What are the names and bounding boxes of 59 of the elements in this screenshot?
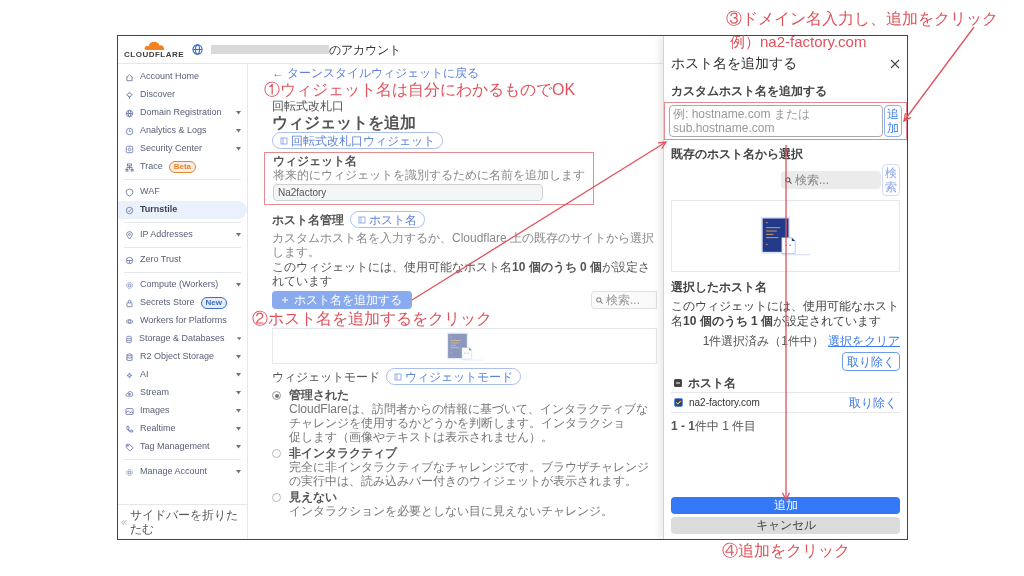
cancel-button[interactable]: キャンセル	[671, 517, 900, 534]
back-link[interactable]: ← ターンスタイルウィジェットに戻る	[272, 66, 480, 80]
sidebar-item[interactable]: IP Addresses	[118, 226, 247, 244]
pagination-text: 1 - 1件中 1 件目	[671, 418, 758, 435]
clear-selection-link[interactable]: 選択をクリア	[828, 332, 900, 350]
sidebar-item[interactable]: Stream	[118, 384, 247, 402]
option-label: 管理された	[289, 388, 350, 402]
sidebar-item[interactable]: WAF	[118, 183, 247, 201]
sidebar-item[interactable]: Tag Management	[118, 438, 247, 456]
sidebar-item[interactable]: Workers for Platforms	[118, 312, 247, 330]
description-text: カスタムホスト名を入力するか、Cloudflare 上の既存のサイトから選択します。	[272, 231, 656, 259]
text-input[interactable]: Na2factory	[273, 184, 543, 201]
sidebar-item[interactable]: Account Home	[118, 68, 247, 86]
breadcrumb: 回転式改札口	[272, 99, 345, 113]
sidebar-item[interactable]: Realtime	[118, 420, 247, 438]
sidebar-item[interactable]: Security Center	[118, 140, 247, 158]
section-label: ウィジェットモード	[272, 369, 380, 386]
option-description: 完全に非インタラクティブなチャレンジです。ブラウザチャレンジの実行中は、読み込みバー付きのウィジェットが表示されます。	[289, 460, 650, 488]
add-button[interactable]: 追加	[884, 105, 902, 137]
option-description: インタラクションを必要としない目に見えないチャレンジ。	[289, 504, 613, 518]
sidebar-item[interactable]: Domain Registration	[118, 104, 247, 122]
option-label: 非インタラクティブ	[289, 446, 399, 460]
label-badge: New	[200, 297, 227, 309]
section-label: 選択したホスト名	[671, 279, 768, 296]
label-badge: Beta	[168, 161, 196, 173]
page-title: ウィジェットを追加	[272, 113, 417, 132]
sidebar-item[interactable]: Zero Trust	[118, 251, 247, 269]
annotation-text: ②ホスト名を追加するをクリック	[252, 309, 492, 328]
remove-link[interactable]: 取り除く	[849, 393, 897, 412]
hostname-cell-text: na2-factory.com	[689, 396, 761, 410]
sidebar-item[interactable]: Analytics & Logs	[118, 122, 247, 140]
section-label: ホスト名管理	[272, 212, 344, 229]
panel-title: ホスト名を追加する	[671, 54, 797, 73]
sidebar-item[interactable]: Compute (Workers)	[118, 276, 247, 294]
annotation-text: ③ドメイン名入力し、追加をクリック	[726, 9, 998, 29]
option-description: CloudFlareは、訪問者からの情報に基づいて、インタラクティブなチャレンジを使用するかどうかを判断します。インタラクショ	[289, 402, 649, 430]
sidebar-item[interactable]: R2 Object Storage	[118, 348, 247, 366]
option-description: 促します（画像やテキストは表示されません）。	[289, 430, 554, 444]
annotation-text: ④追加をクリック	[722, 541, 850, 561]
section-label: カスタムホスト名を追加する	[671, 83, 828, 100]
logo-text: CLOUDFLARE	[124, 51, 185, 59]
collapse-sidebar-button[interactable]: サイドバーを折りたたむ	[118, 504, 247, 539]
sidebar-item[interactable]: Secrets Store New	[118, 294, 247, 312]
submit-button[interactable]: 追加	[671, 497, 900, 514]
field-label: ウィジェット名	[273, 154, 358, 168]
sidebar-item[interactable]: Discover	[118, 86, 247, 104]
account-label: のアカウント	[329, 41, 402, 59]
annotation-text: 例）na2-factory.com	[730, 33, 867, 51]
sidebar-item[interactable]: Storage & Databases	[118, 330, 247, 348]
sidebar-item[interactable]: Turnstile	[118, 201, 247, 219]
column-header: ホスト名	[688, 375, 736, 392]
sidebar-item[interactable]: Manage Account	[118, 463, 247, 481]
remove-button[interactable]: 取り除く	[842, 352, 900, 371]
annotation-text: ①ウィジェット名は自分にわかるものでOK	[264, 80, 576, 99]
sidebar-item[interactable]: Images	[118, 402, 247, 420]
sidebar-item[interactable]: Trace Beta	[118, 158, 247, 176]
option-label: 見えない	[289, 490, 338, 504]
sidebar-item[interactable]: AI	[118, 366, 247, 384]
field-hint: 将来的にウィジェットを識別するために名前を追加します	[273, 168, 585, 182]
